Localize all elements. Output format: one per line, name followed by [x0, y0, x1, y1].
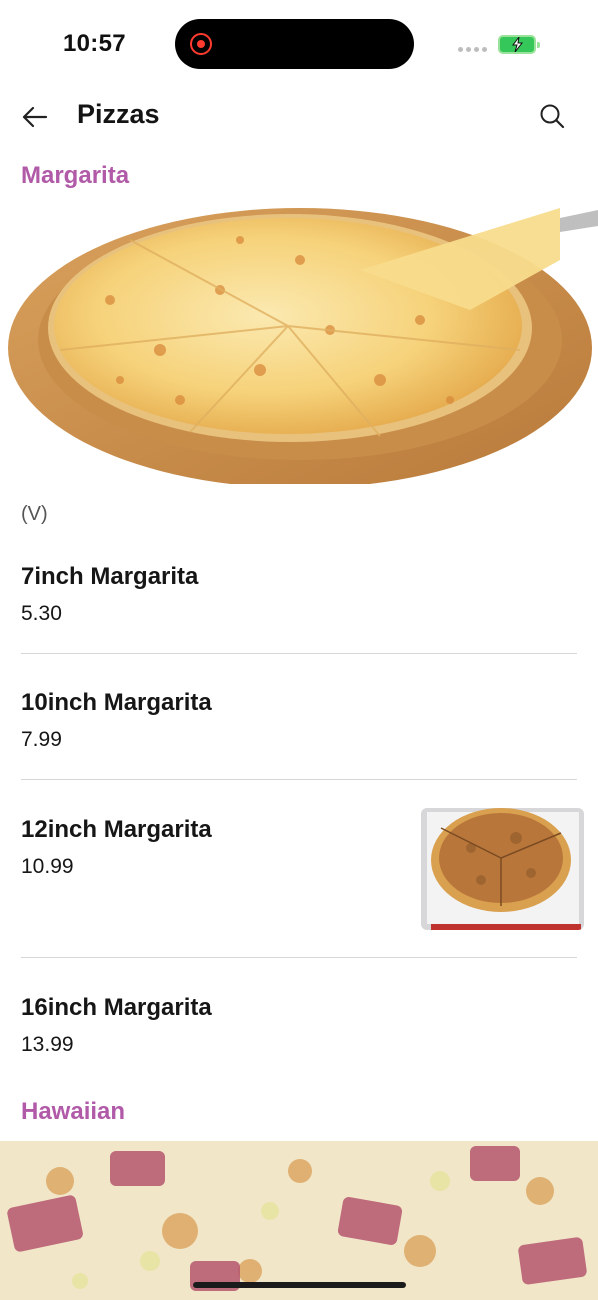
item-price: 7.99 [21, 728, 62, 751]
menu-item[interactable]: 10inch Margarita 7.99 [21, 689, 577, 752]
item-thumbnail-image[interactable] [421, 808, 584, 930]
hawaiian-hero-image [0, 1141, 598, 1300]
section-title-hawaiian: Hawaiian [21, 1098, 126, 1125]
search-icon[interactable] [538, 102, 566, 130]
battery-charging-icon [498, 35, 540, 54]
item-price: 13.99 [21, 1033, 74, 1056]
item-name: 10inch Margarita [21, 689, 212, 716]
menu-item[interactable]: 16inch Margarita 13.99 [21, 994, 577, 1057]
margarita-hero-image [0, 200, 598, 484]
home-indicator [193, 1282, 406, 1288]
page-title: Pizzas [77, 99, 160, 129]
status-time: 10:57 [63, 30, 126, 57]
record-icon [190, 33, 212, 55]
item-price: 5.30 [21, 602, 62, 625]
item-name: 16inch Margarita [21, 994, 212, 1021]
divider [21, 779, 577, 780]
status-bar: 10:57 [0, 0, 598, 84]
divider [21, 957, 577, 958]
item-name: 7inch Margarita [21, 563, 199, 590]
top-app-bar: Pizzas [0, 84, 598, 150]
dynamic-island [175, 19, 414, 69]
signal-icon [458, 47, 487, 52]
divider [21, 653, 577, 654]
menu-item[interactable]: 7inch Margarita 5.30 [21, 563, 577, 626]
vegetarian-tag: (V) [21, 503, 48, 525]
section-title-margarita: Margarita [21, 162, 130, 189]
back-arrow-icon[interactable] [20, 102, 50, 132]
